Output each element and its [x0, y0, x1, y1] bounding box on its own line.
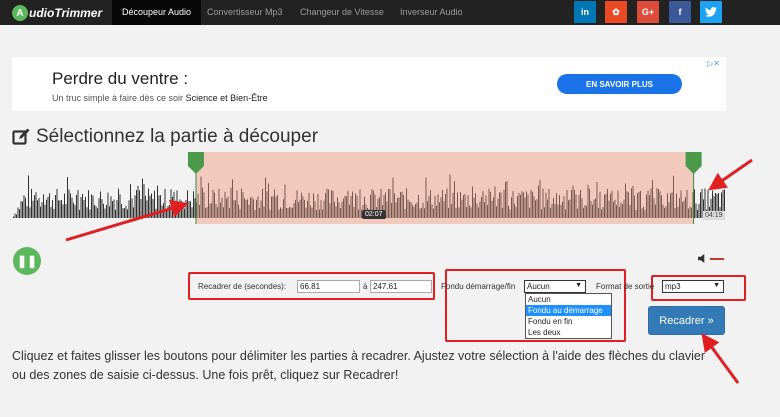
nav-inverseur-audio[interactable]: Inverseur Audio: [400, 0, 463, 25]
ad-subtitle-bold: Science et Bien-Être: [185, 93, 268, 103]
volume-control[interactable]: [698, 254, 724, 263]
fade-select[interactable]: Aucun ▼: [524, 280, 586, 293]
format-select-value: mp3: [665, 282, 681, 291]
logo-icon: A: [12, 5, 28, 21]
facebook-icon[interactable]: f: [669, 1, 691, 23]
chevron-down-icon: ▼: [575, 282, 582, 289]
fade-option[interactable]: Les deux: [526, 327, 611, 338]
format-label: Format de sortie: [596, 282, 655, 291]
top-navbar: A udioTrimmer Découpeur Audio Convertiss…: [0, 0, 780, 25]
stumbleupon-icon[interactable]: ✿: [605, 1, 627, 23]
edit-icon: [12, 128, 30, 145]
ad-title: Perdre du ventre :: [52, 69, 189, 88]
speaker-icon[interactable]: [698, 254, 707, 263]
ad-learn-more-button[interactable]: EN SAVOIR PLUS: [557, 74, 682, 94]
volume-slider[interactable]: [710, 257, 724, 260]
ad-subtitle-text: Un truc simple à faire dès ce soir: [52, 93, 186, 103]
page-title: Sélectionnez la partie à découper: [12, 126, 318, 148]
ad-choices-icon[interactable]: ▷✕: [707, 59, 720, 68]
logo-text: udioTrimmer: [29, 6, 103, 20]
nav-convertisseur-mp3[interactable]: Convertisseur Mp3: [207, 0, 283, 25]
linkedin-icon[interactable]: in: [574, 1, 596, 23]
pause-button[interactable]: ❚❚: [13, 247, 41, 275]
fade-option[interactable]: Fondu au démarrage: [526, 305, 611, 316]
selection-region: [195, 152, 694, 224]
ad-subtitle: Un truc simple à faire dès ce soir Scien…: [52, 93, 268, 103]
twitter-icon[interactable]: [700, 1, 722, 23]
page-title-text: Sélectionnez la partie à découper: [36, 126, 319, 147]
google-plus-icon[interactable]: G+: [637, 1, 659, 23]
instructions-text: Cliquez et faites glisser les boutons po…: [12, 349, 706, 382]
fade-option[interactable]: Fondu en fin: [526, 316, 611, 327]
nav-changeur-vitesse[interactable]: Changeur de Vitesse: [300, 0, 384, 25]
ad-banner[interactable]: Perdre du ventre : Un truc simple à fair…: [12, 57, 726, 111]
current-time-label: 02:07: [362, 210, 386, 219]
logo[interactable]: A udioTrimmer: [12, 4, 102, 22]
fade-dropdown-list[interactable]: Aucun Fondu au démarrage Fondu en fin Le…: [525, 293, 612, 339]
end-time-input[interactable]: [370, 280, 432, 293]
chevron-down-icon: ▼: [713, 282, 720, 289]
nav-decoupeur-audio[interactable]: Découpeur Audio: [112, 0, 202, 25]
to-label: à: [363, 282, 368, 291]
format-select[interactable]: mp3 ▼: [662, 280, 724, 293]
end-time-label: 04:19: [703, 211, 725, 220]
waveform-editor[interactable]: 02:07 04:19: [12, 152, 725, 224]
pause-icon: ❚❚: [16, 254, 38, 268]
fade-option[interactable]: Aucun: [526, 294, 611, 305]
start-time-input[interactable]: [297, 280, 360, 293]
trim-range-label: Recadrer de (secondes):: [198, 282, 287, 291]
fade-label: Fondu démarrage/fin: [441, 282, 516, 291]
fade-select-value: Aucun: [527, 282, 550, 291]
recadrer-button[interactable]: Recadrer »: [648, 306, 725, 335]
